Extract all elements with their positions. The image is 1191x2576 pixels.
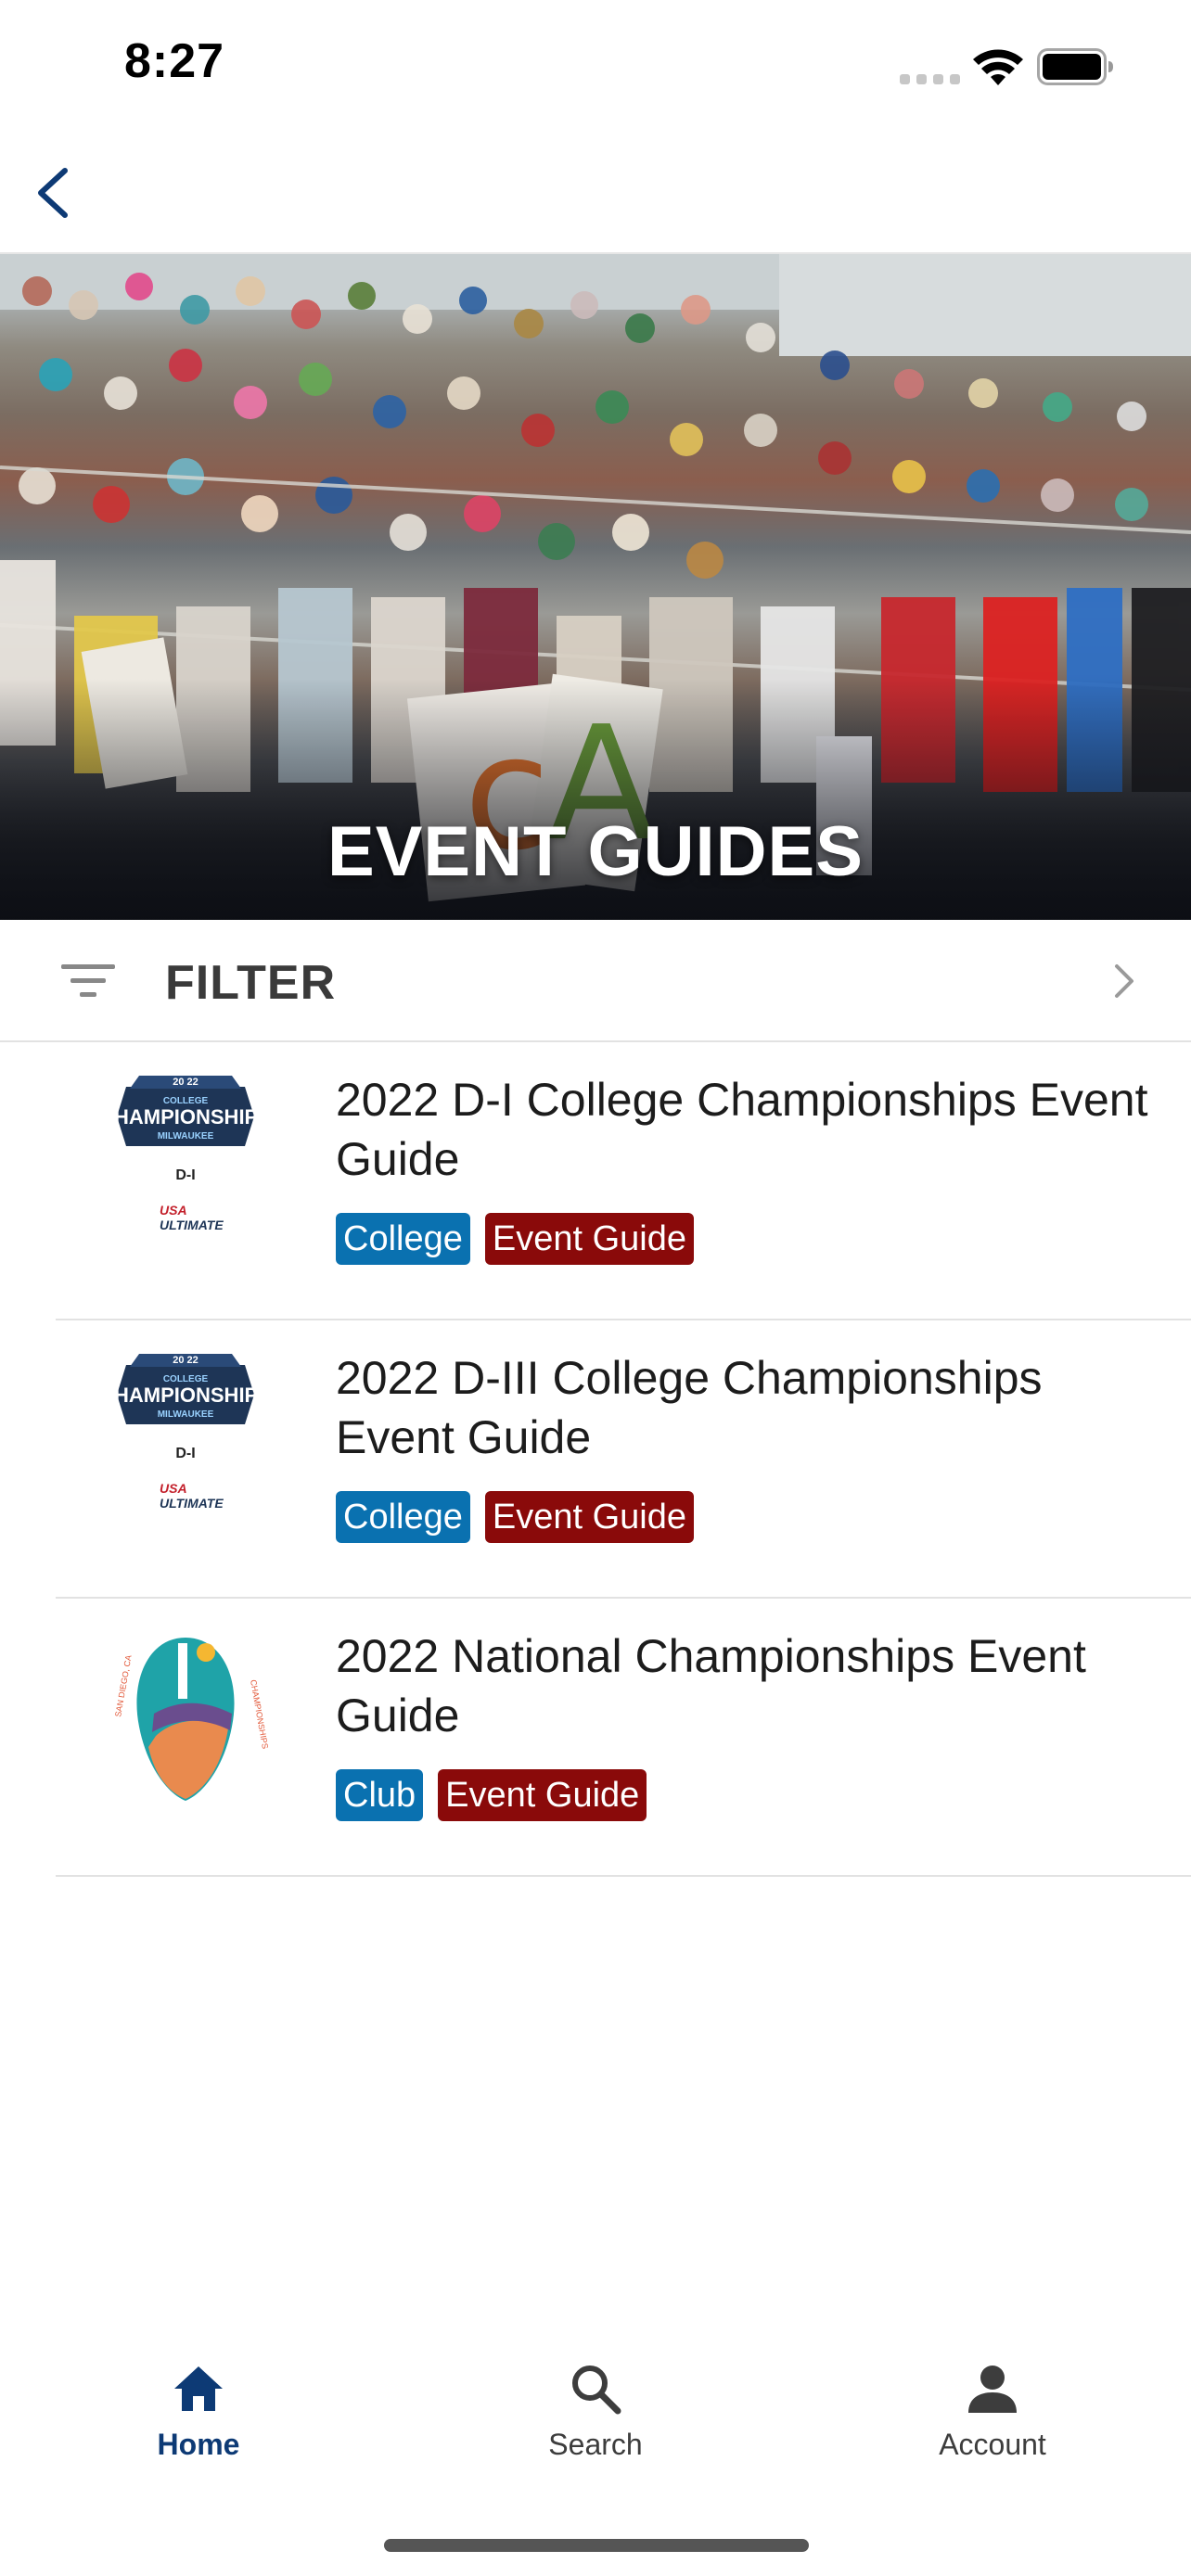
college-championships-logo: 20 22 COLLEGE CHAMPIONSHIPS MILWAUKEE D-…: [102, 1354, 269, 1511]
list-item[interactable]: SAN DIEGO, CA CHAMPIONSHIPS 2022 Nationa…: [56, 1599, 1191, 1877]
svg-text:SAN DIEGO, CA: SAN DIEGO, CA: [113, 1654, 134, 1717]
hero-banner: c A EVENT GUIDES: [0, 254, 1191, 920]
filter-lines-icon: [61, 964, 115, 997]
chevron-right-icon: [1115, 964, 1133, 998]
tab-search-label: Search: [548, 2428, 643, 2461]
person-icon: [968, 2366, 1017, 2413]
svg-text:20 22: 20 22: [173, 1355, 198, 1366]
home-icon: [174, 2366, 223, 2411]
svg-text:CHAMPIONSHIPS: CHAMPIONSHIPS: [102, 1384, 269, 1407]
tag-event-guide: Event Guide: [438, 1769, 647, 1821]
filter-row[interactable]: FILTER: [0, 920, 1191, 1042]
page-title: EVENT GUIDES: [327, 812, 864, 891]
home-indicator: [384, 2539, 809, 2552]
tab-home[interactable]: Home: [87, 2363, 310, 2462]
chevron-left-icon[interactable]: [28, 163, 80, 223]
event-title: 2022 National Championships Event Guide: [336, 1630, 1086, 1741]
tab-account-label: Account: [939, 2428, 1046, 2461]
event-title: 2022 D-III College Championships Event G…: [336, 1352, 1043, 1463]
list-item[interactable]: 20 22 COLLEGE CHAMPIONSHIPS MILWAUKEE D-…: [56, 1042, 1191, 1320]
event-guide-list: 20 22 COLLEGE CHAMPIONSHIPS MILWAUKEE D-…: [0, 1042, 1191, 1877]
search-icon: [572, 2366, 621, 2415]
tab-account[interactable]: Account: [881, 2363, 1104, 2462]
navigation-bar: [0, 130, 1191, 254]
svg-text:MILWAUKEE: MILWAUKEE: [158, 1131, 214, 1141]
tag-club: Club: [336, 1769, 424, 1821]
list-item[interactable]: 20 22 COLLEGE CHAMPIONSHIPS MILWAUKEE D-…: [56, 1320, 1191, 1599]
tag-group: College Event Guide: [336, 1491, 695, 1543]
svg-text:USA: USA: [160, 1203, 187, 1218]
svg-text:CHAMPIONSHIPS: CHAMPIONSHIPS: [249, 1679, 269, 1750]
tag-event-guide: Event Guide: [484, 1213, 695, 1265]
status-time: 8:27: [124, 34, 225, 88]
tab-home-label: Home: [157, 2428, 240, 2461]
filter-label: FILTER: [165, 956, 337, 1010]
svg-text:ULTIMATE: ULTIMATE: [160, 1496, 224, 1511]
event-title: 2022 D-I College Championships Event Gui…: [336, 1074, 1148, 1185]
svg-text:ULTIMATE: ULTIMATE: [160, 1218, 224, 1232]
tag-college: College: [336, 1213, 470, 1265]
svg-text:D-I: D-I: [175, 1167, 195, 1183]
status-bar: 8:27: [0, 0, 1191, 130]
tag-group: Club Event Guide: [336, 1769, 647, 1821]
svg-text:D-I: D-I: [175, 1446, 195, 1461]
tag-college: College: [336, 1491, 470, 1543]
battery-icon: [1037, 48, 1113, 85]
svg-text:20 22: 20 22: [173, 1077, 198, 1088]
tab-search[interactable]: Search: [484, 2363, 707, 2462]
tag-group: College Event Guide: [336, 1213, 695, 1265]
national-championships-logo: SAN DIEGO, CA CHAMPIONSHIPS: [113, 1638, 269, 1801]
cellular-signal-icon: [900, 74, 960, 84]
tag-event-guide: Event Guide: [484, 1491, 695, 1543]
svg-text:USA: USA: [160, 1481, 187, 1496]
svg-text:MILWAUKEE: MILWAUKEE: [158, 1409, 214, 1420]
wifi-icon: [973, 49, 1023, 85]
college-championships-logo: 20 22 COLLEGE CHAMPIONSHIPS MILWAUKEE D-…: [102, 1076, 269, 1232]
svg-text:CHAMPIONSHIPS: CHAMPIONSHIPS: [102, 1105, 269, 1129]
